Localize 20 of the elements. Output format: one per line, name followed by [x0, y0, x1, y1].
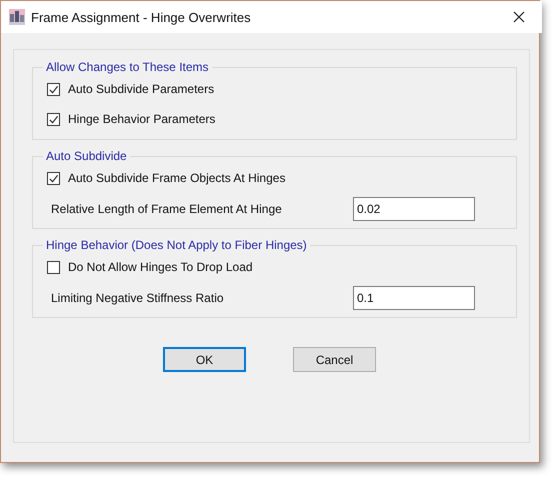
checkbox-label[interactable]: Hinge Behavior Parameters: [68, 112, 216, 126]
field-label: Relative Length of Frame Element At Hinge: [51, 202, 282, 216]
field-label: Limiting Negative Stiffness Ratio: [51, 291, 224, 305]
dialog-button[interactable]: Cancel: [293, 347, 376, 372]
group-title: Allow Changes to These Items: [45, 60, 210, 74]
group-title: Hinge Behavior (Does Not Apply to Fiber Hinges): [45, 238, 308, 252]
checkbox[interactable]: [47, 260, 60, 274]
buildings-icon: [9, 9, 25, 25]
checkbox[interactable]: [47, 112, 60, 126]
close-icon: [513, 11, 525, 23]
input-field[interactable]: 0.02: [353, 197, 475, 221]
dialog-button[interactable]: OK: [163, 347, 246, 372]
checkbox[interactable]: [47, 172, 60, 184]
input-field[interactable]: 0.1: [353, 286, 475, 310]
checkbox-label[interactable]: Do Not Allow Hinges To Drop Load: [68, 260, 253, 274]
window-title: Frame Assignment - Hinge Overwrites: [31, 10, 252, 24]
group-title: Auto Subdivide: [45, 149, 128, 163]
checkbox[interactable]: [47, 82, 60, 96]
checkbox-label[interactable]: Auto Subdivide Parameters: [68, 82, 214, 96]
checkbox-label[interactable]: Auto Subdivide Frame Objects At Hinges: [68, 171, 286, 185]
